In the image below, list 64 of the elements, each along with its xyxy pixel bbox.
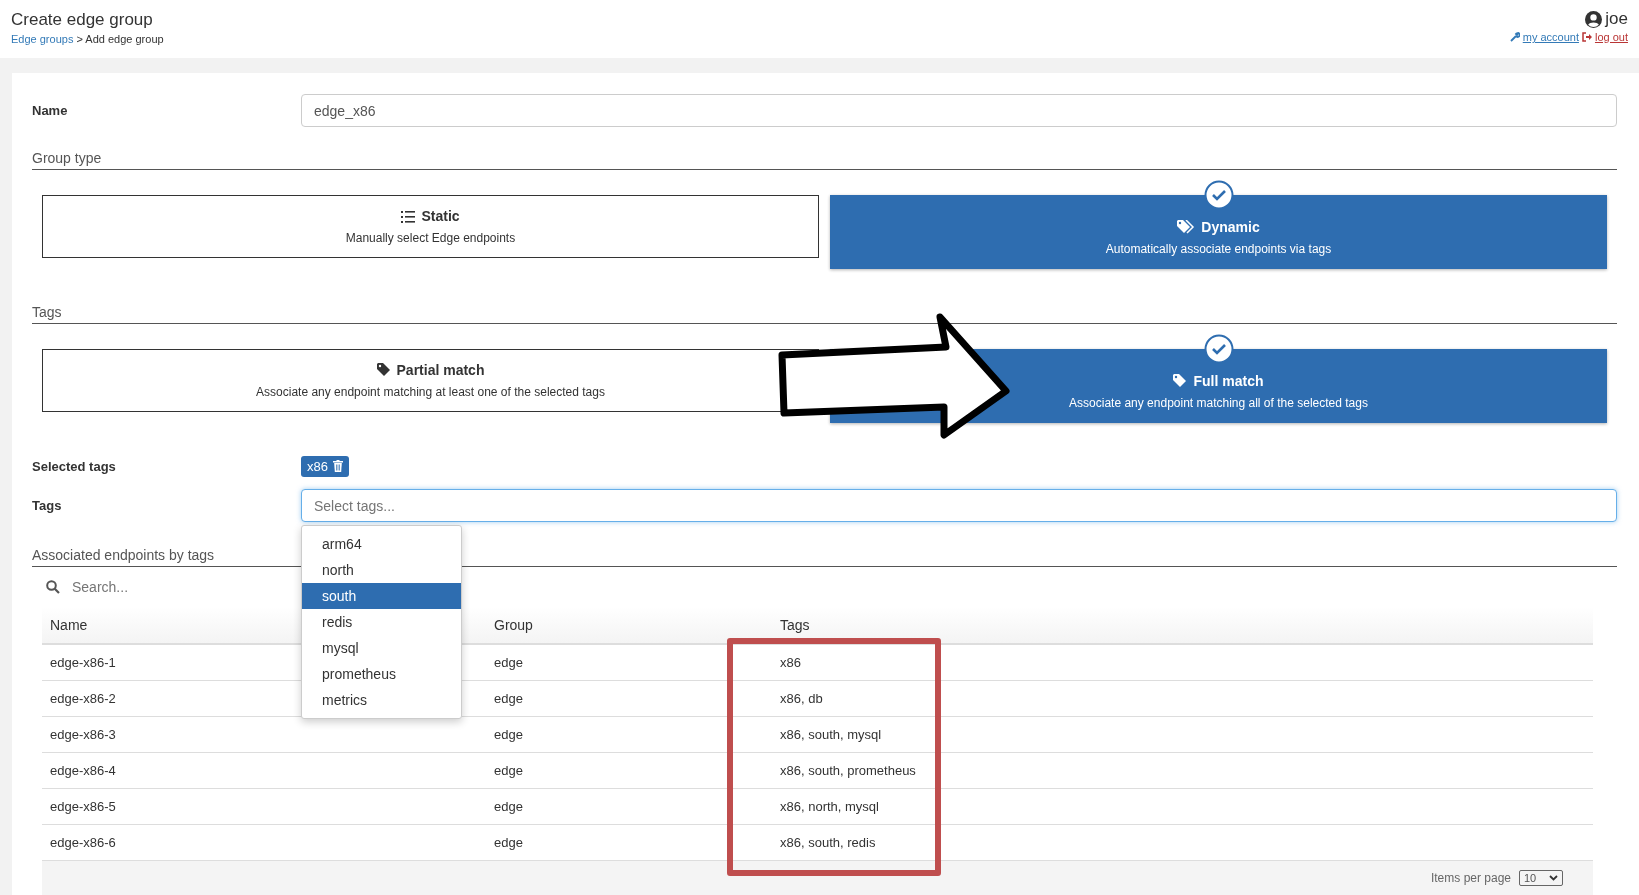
tag-icon <box>1173 373 1188 388</box>
option-description: Automatically associate endpoints via tags <box>1105 241 1332 256</box>
chevron-down-icon <box>1549 875 1558 881</box>
option-description: Manually select Edge endpoints <box>345 231 516 245</box>
trash-icon <box>332 460 343 472</box>
page-title: Create edge group <box>11 10 154 30</box>
logout-icon <box>1581 32 1592 42</box>
column-header[interactable]: Name <box>50 617 88 633</box>
section-heading: Group type <box>32 150 1617 170</box>
option-title: Partial match <box>396 362 485 378</box>
table-cell: x86, db <box>780 691 823 706</box>
table-cell: x86, south, prometheus <box>780 763 916 778</box>
table-cell: x86, south, mysql <box>780 727 882 742</box>
dropdown-option[interactable]: prometheus <box>302 661 461 687</box>
dropdown-option[interactable]: metrics <box>302 687 461 713</box>
option-title: Dynamic <box>1201 218 1260 235</box>
dropdown-option[interactable]: redis <box>302 609 461 635</box>
section-heading: Tags <box>32 304 1617 324</box>
table-cell: x86, south, redis <box>780 835 876 850</box>
table-cell: edge <box>494 655 523 670</box>
table-cell: x86 <box>780 655 801 670</box>
username: joe <box>1605 9 1628 29</box>
tags-select-field[interactable]: Select tags... <box>301 489 1617 522</box>
field-label: Name <box>32 103 69 118</box>
wrench-icon <box>1509 32 1520 42</box>
table-cell: edge <box>494 799 523 814</box>
option-description: Associate any endpoint matching all of the selected tags <box>1069 395 1368 410</box>
breadcrumb-current: > Add edge group <box>76 33 164 45</box>
breadcrumb-link[interactable]: Edge groups <box>11 33 74 45</box>
table-cell: edge <box>494 691 523 706</box>
name-field[interactable]: edge_x86 <box>301 94 1617 127</box>
field-label: Tags <box>32 497 63 515</box>
table-cell: edge-x86-6 <box>50 835 116 850</box>
table-cell: edge <box>494 835 523 850</box>
group-type-option[interactable]: Dynamic Automatically associate endpoints via tags <box>830 195 1607 269</box>
check-icon <box>1203 180 1234 210</box>
table-cell: edge-x86-1 <box>50 655 116 670</box>
option-title: Full match <box>1193 372 1264 389</box>
dropdown-option[interactable]: south <box>302 583 461 609</box>
search-icon <box>46 580 60 594</box>
column-header[interactable]: Group <box>494 617 533 633</box>
items-per-page-label: Items per page <box>1430 871 1511 885</box>
table-cell: edge-x86-3 <box>50 727 116 742</box>
log-out-link[interactable]: log out <box>1594 31 1628 43</box>
my-account-link[interactable]: my account <box>1522 31 1579 43</box>
table-cell: edge-x86-5 <box>50 799 116 814</box>
dropdown-option[interactable]: mysql <box>302 635 461 661</box>
column-header[interactable]: Tags <box>780 617 810 633</box>
table-cell: edge <box>494 763 523 778</box>
items-per-page-select[interactable]: 10 <box>1519 870 1563 886</box>
table-cell: edge <box>494 727 523 742</box>
tag-badge[interactable]: x86 <box>301 455 349 477</box>
user-avatar-icon <box>1585 10 1603 28</box>
option-description: Associate any endpoint matching at least one of the selected tags <box>256 385 605 399</box>
list-icon <box>401 209 416 223</box>
check-icon <box>1203 334 1234 364</box>
group-type-option[interactable]: Static Manually select Edge endpoints <box>42 195 819 258</box>
table-cell: edge-x86-4 <box>50 763 116 778</box>
tag-icon <box>376 363 391 377</box>
table-cell: x86, north, mysql <box>780 799 879 814</box>
tags-icon <box>1177 219 1196 234</box>
option-title: Static <box>421 208 460 224</box>
field-label: Selected tags <box>32 458 117 474</box>
table-cell: edge-x86-2 <box>50 691 116 706</box>
